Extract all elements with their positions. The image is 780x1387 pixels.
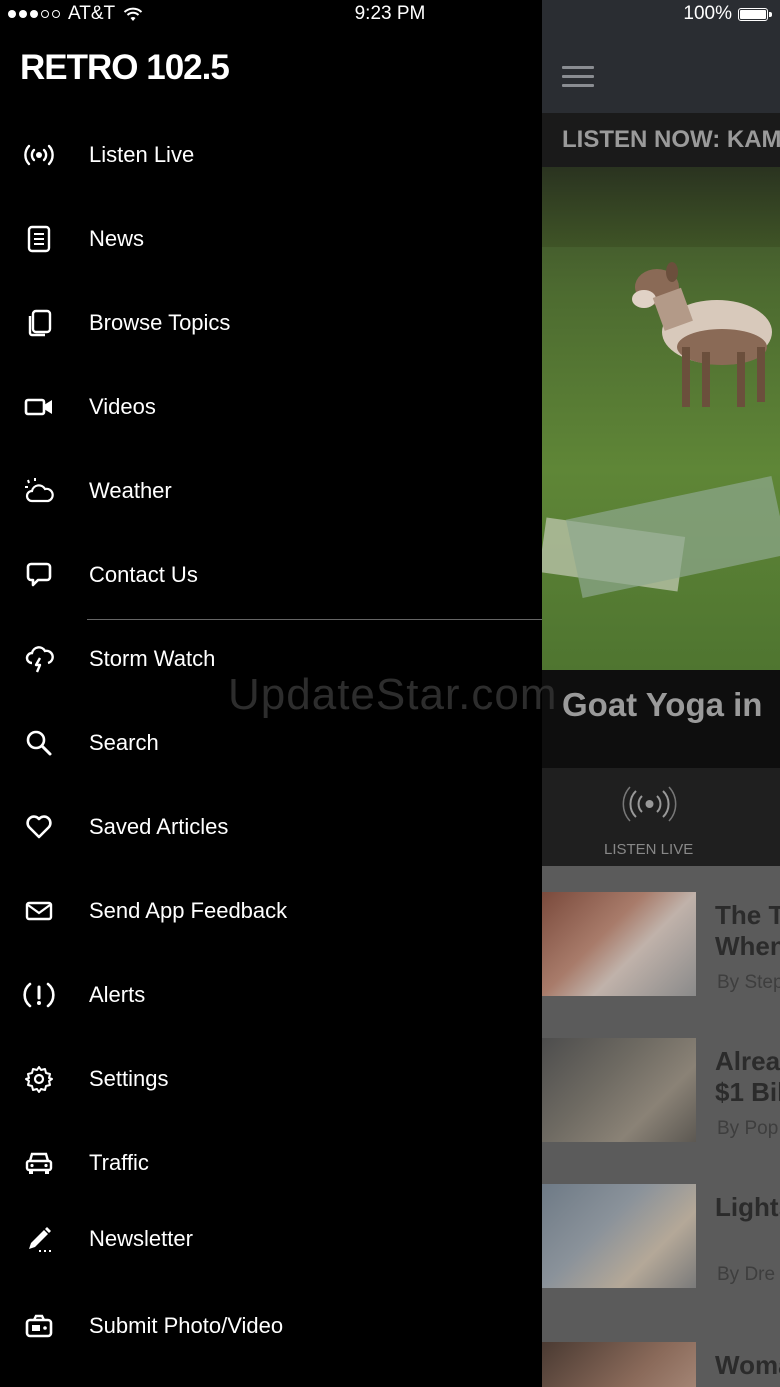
menu-item-label: Submit Photo/Video <box>89 1313 284 1338</box>
weather-icon <box>22 474 56 508</box>
menu-item-label: Browse Topics <box>89 310 231 335</box>
menu-item-alerts[interactable]: Alerts <box>0 965 542 1025</box>
menu-item-label: Videos <box>89 394 156 419</box>
menu-item-label: Contact Us <box>89 562 198 587</box>
article-feed: The T When By Step Alread $1 Bil By Pop … <box>542 866 780 1387</box>
feed-item[interactable]: Woma <box>542 1342 780 1387</box>
pencil-icon <box>22 1222 56 1256</box>
listen-now-ticker[interactable]: LISTEN NOW: KAM <box>542 113 780 167</box>
menu-item-newsletter[interactable]: Newsletter <box>0 1209 542 1269</box>
article-thumbnail <box>542 1342 696 1387</box>
broadcast-icon[interactable] <box>622 784 677 824</box>
article-thumbnail <box>542 1184 696 1288</box>
menu-divider <box>87 619 542 620</box>
menu-item-send-app-feedback[interactable]: Send App Feedback <box>0 881 542 941</box>
feed-title: Lights <box>715 1192 780 1222</box>
status-bar: AT&T 9:23 PM 100% <box>0 0 780 28</box>
menu-item-listen-live[interactable]: Listen Live <box>0 125 542 185</box>
envelope-icon <box>22 894 56 928</box>
broadcast-icon <box>22 138 56 172</box>
feed-item[interactable]: The T When By Step <box>542 892 780 1002</box>
hero-image[interactable] <box>542 167 780 670</box>
menu-item-label: Settings <box>89 1066 169 1091</box>
menu-item-label: Search <box>89 730 159 755</box>
status-bar-right: 100% <box>683 3 772 25</box>
menu-item-videos[interactable]: Videos <box>0 377 542 437</box>
heart-icon <box>22 810 56 844</box>
feed-byline: By Dre <box>717 1264 776 1285</box>
menu-item-submit-photo-video[interactable]: Submit Photo/Video <box>0 1296 542 1356</box>
chat-bubble-icon <box>22 558 56 592</box>
background-app: LISTEN NOW: KAM Goat Yoga in LISTEN LIVE… <box>542 0 780 1387</box>
navigation-drawer: RETRO 102.5 Listen Live News Browse Topi… <box>0 0 542 1387</box>
goat-image <box>632 262 772 407</box>
article-headline[interactable]: Goat Yoga in <box>562 686 762 724</box>
menu-item-label: Weather <box>89 478 172 503</box>
article-thumbnail <box>542 1038 696 1142</box>
feed-title-line2: When <box>715 931 780 961</box>
gear-icon <box>22 1062 56 1096</box>
article-thumbnail <box>542 892 696 996</box>
battery-percent: 100% <box>683 3 732 24</box>
menu-item-saved-articles[interactable]: Saved Articles <box>0 797 542 857</box>
status-time: 9:23 PM <box>354 3 426 24</box>
search-icon <box>22 726 56 760</box>
battery-icon <box>738 7 772 21</box>
menu-item-label: Newsletter <box>89 1226 193 1251</box>
menu-item-label: News <box>89 226 145 251</box>
menu-item-label: Send App Feedback <box>89 898 288 923</box>
menu-item-label: Storm Watch <box>89 646 216 671</box>
camera-icon <box>22 1309 56 1343</box>
copy-icon <box>22 306 56 340</box>
feed-byline: By Step <box>717 972 780 993</box>
hamburger-menu-icon[interactable] <box>562 66 594 88</box>
menu-item-search[interactable]: Search <box>0 713 542 773</box>
menu-item-label: Traffic <box>89 1150 149 1175</box>
feed-title: Woma <box>715 1350 780 1380</box>
menu-item-news[interactable]: News <box>0 209 542 269</box>
news-icon <box>22 222 56 256</box>
menu-item-label: Saved Articles <box>89 814 229 839</box>
listen-live-label[interactable]: LISTEN LIVE <box>604 841 693 858</box>
station-logo: RETRO 102.5 <box>20 48 230 87</box>
menu-item-weather[interactable]: Weather <box>0 461 542 521</box>
video-camera-icon <box>22 390 56 424</box>
menu-item-contact-us[interactable]: Contact Us <box>0 545 542 605</box>
menu-item-settings[interactable]: Settings <box>0 1049 542 1109</box>
feed-title: The T <box>715 900 780 930</box>
feed-title: Alread <box>715 1046 780 1076</box>
alert-icon <box>22 978 56 1012</box>
menu-item-traffic[interactable]: Traffic <box>0 1133 542 1193</box>
car-icon <box>22 1146 56 1180</box>
menu-item-label: Listen Live <box>89 142 195 167</box>
feed-item[interactable]: Lights By Dre <box>542 1184 780 1294</box>
feed-byline: By Pop <box>717 1118 779 1139</box>
feed-item[interactable]: Alread $1 Bil By Pop <box>542 1038 780 1148</box>
menu-item-storm-watch[interactable]: Storm Watch <box>0 629 542 689</box>
menu-item-label: Alerts <box>89 982 146 1007</box>
feed-title-line2: $1 Bil <box>715 1077 780 1107</box>
storm-icon <box>22 642 56 676</box>
menu-item-browse-topics[interactable]: Browse Topics <box>0 293 542 353</box>
